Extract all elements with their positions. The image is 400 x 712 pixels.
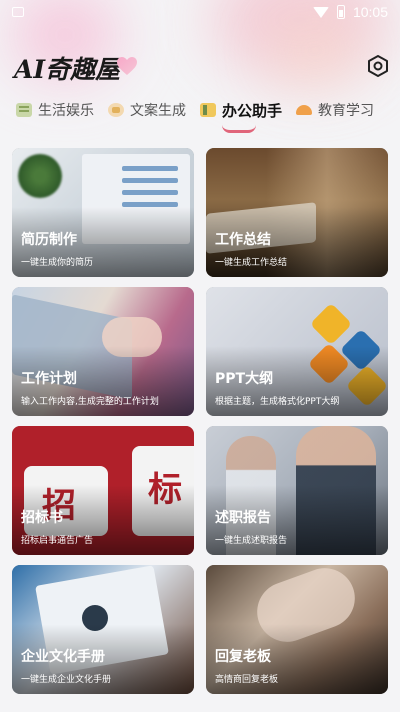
- briefcase-icon: [200, 103, 216, 117]
- wifi-icon: [312, 6, 329, 18]
- tab-office-assistant[interactable]: 办公助手: [200, 100, 283, 133]
- active-tab-indicator: [222, 125, 256, 133]
- tab-education[interactable]: 教育学习: [296, 100, 374, 120]
- card-subtitle: 输入工作内容,生成完整的工作计划: [21, 397, 159, 407]
- tab-copywriting[interactable]: 文案生成: [108, 100, 186, 120]
- card-subtitle: 一键生成你的简历: [21, 258, 94, 268]
- card-title: 工作总结: [215, 232, 271, 248]
- status-time: 10:05: [352, 4, 388, 20]
- card-title: 回复老板: [215, 649, 271, 665]
- app-title: AI奇趣屋: [14, 55, 121, 84]
- tab-label: 文案生成: [130, 103, 186, 119]
- card-title: 企业文化手册: [21, 649, 105, 665]
- card-title: 简历制作: [21, 232, 77, 248]
- graduation-cap-icon: [296, 105, 313, 115]
- notification-icon: [12, 7, 24, 17]
- category-tabs: 生活娱乐 文案生成 办公助手 教育学习: [0, 92, 400, 133]
- card-subtitle: 根据主题，生成格式化PPT大纲: [215, 397, 340, 407]
- card-work-plan[interactable]: 工作计划 输入工作内容,生成完整的工作计划: [12, 287, 194, 416]
- heart-icon: [117, 57, 137, 75]
- tool-card-grid: 简历制作 一键生成你的简历 工作总结 一键生成工作总结 工作计划 输入工作内容,…: [12, 148, 388, 694]
- status-bar: 10:05: [0, 0, 400, 24]
- tab-label: 办公助手: [222, 101, 283, 120]
- card-subtitle: 一键生成工作总结: [215, 258, 288, 268]
- card-bid-document[interactable]: 招 标 招标书 招标启事通告广告: [12, 426, 194, 555]
- book-icon: [16, 103, 32, 117]
- card-subtitle: 招标启事通告广告: [21, 536, 94, 546]
- card-work-report[interactable]: 述职报告 一键生成述职报告: [206, 426, 388, 555]
- header: AI奇趣屋: [0, 44, 400, 88]
- card-subtitle: 一键生成企业文化手册: [21, 675, 112, 685]
- status-right: 10:05: [312, 4, 388, 20]
- tab-life-entertainment[interactable]: 生活娱乐: [16, 100, 94, 120]
- tab-label: 教育学习: [318, 103, 375, 119]
- sparkle-icon: [108, 103, 124, 117]
- card-ppt-outline[interactable]: PPT大纲 根据主题，生成格式化PPT大纲: [206, 287, 388, 416]
- card-reply-boss[interactable]: 回复老板 高情商回复老板: [206, 565, 388, 694]
- card-subtitle: 高情商回复老板: [215, 675, 279, 685]
- battery-icon: [336, 5, 345, 19]
- card-title: 招标书: [21, 510, 63, 526]
- card-resume[interactable]: 简历制作 一键生成你的简历: [12, 148, 194, 277]
- tab-label: 生活娱乐: [38, 103, 94, 119]
- card-work-summary[interactable]: 工作总结 一键生成工作总结: [206, 148, 388, 277]
- card-title: 工作计划: [21, 371, 77, 387]
- card-subtitle: 一键生成述职报告: [215, 536, 288, 546]
- settings-hexagon-icon[interactable]: [366, 54, 390, 78]
- card-title: 述职报告: [215, 510, 271, 526]
- card-title: PPT大纲: [215, 371, 274, 387]
- card-culture-handbook[interactable]: 企业文化手册 一键生成企业文化手册: [12, 565, 194, 694]
